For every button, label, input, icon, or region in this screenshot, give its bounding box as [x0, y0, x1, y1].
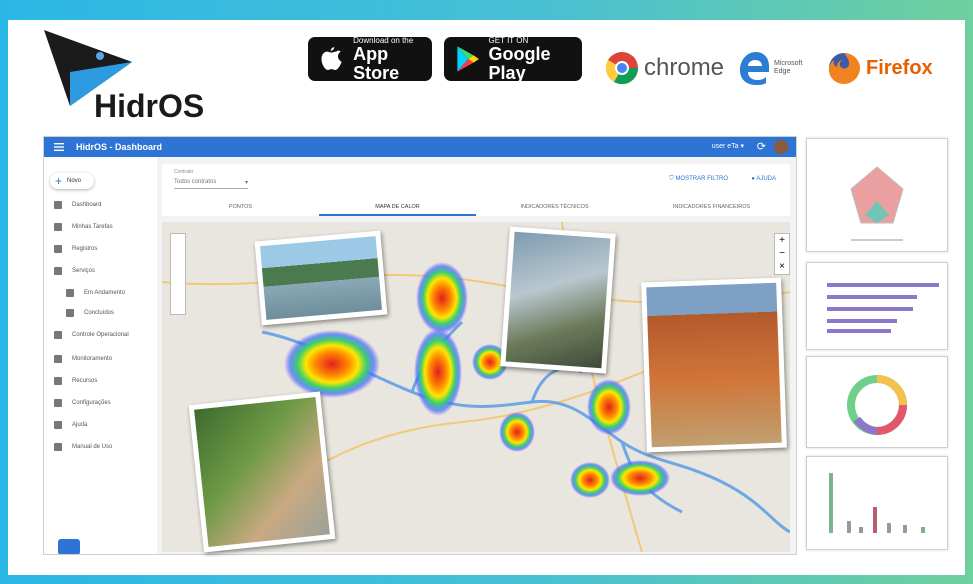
- sidebar-item-resources[interactable]: Recursos: [54, 377, 97, 385]
- chrome-badge: chrome: [604, 50, 724, 86]
- edge-badge: Microsoft Edge: [736, 50, 810, 86]
- sidebar-item-label: Monitoramento: [72, 356, 113, 362]
- help-icon: [54, 421, 62, 429]
- sidebar-item-label: Registros: [72, 246, 98, 252]
- contract-select[interactable]: Todos contratos ▾: [174, 179, 248, 189]
- tab-financial[interactable]: INDICADORES FINANCEIROS: [633, 198, 790, 216]
- sidebar-item-label: Concluídos: [84, 310, 115, 316]
- app-store-big: App Store: [353, 43, 400, 83]
- sidebar: + Novo Dashboard Minhas Tarefas Registro…: [44, 157, 157, 554]
- hidros-logo-text: HidrOS: [94, 88, 205, 124]
- chat-widget-icon[interactable]: [58, 539, 80, 554]
- sidebar-item-label: Dashboard: [72, 202, 102, 208]
- thumb-donut-chart: [806, 356, 948, 448]
- chrome-icon: [605, 52, 639, 85]
- tab-bar: PONTOS MAPA DE CALOR INDICADORES TÉCNICO…: [162, 198, 790, 216]
- book-icon: [54, 443, 62, 451]
- refresh-icon[interactable]: ⟳: [757, 140, 766, 153]
- sidebar-item-label: Em Andamento: [84, 290, 126, 296]
- sidebar-item-monitoring[interactable]: Monitoramento: [54, 355, 112, 363]
- sidebar-item-services[interactable]: Serviços: [54, 267, 95, 275]
- photo-mobile-app: [188, 391, 336, 553]
- chevron-down-icon: [54, 267, 62, 275]
- chrome-label: chrome: [644, 54, 725, 81]
- google-play-big: Google Play: [488, 43, 551, 83]
- tab-heatmap[interactable]: MAPA DE CALOR: [319, 198, 476, 216]
- contract-select-label: Contrato: [174, 169, 194, 175]
- records-icon: [54, 245, 62, 253]
- tab-technical[interactable]: INDICADORES TÉCNICOS: [476, 198, 633, 216]
- sidebar-item-settings[interactable]: Configurações: [54, 399, 111, 407]
- google-play-icon: [457, 46, 479, 72]
- tab-points[interactable]: PONTOS: [162, 198, 319, 216]
- app-store-badge[interactable]: Download on the App Store: [308, 36, 432, 83]
- column-chart-thumbnail: [829, 473, 925, 533]
- sidebar-item-operational[interactable]: Controle Operacional: [54, 331, 129, 339]
- contract-select-value: Todos contratos: [174, 179, 217, 185]
- monitor-icon: [54, 355, 62, 363]
- sidebar-item-label: Manual de Uso: [72, 444, 113, 450]
- thumb-radar-chart: [806, 138, 948, 252]
- calendar-icon: [66, 289, 74, 297]
- calendar-icon: [66, 309, 74, 317]
- photo-buoy: [500, 226, 616, 374]
- sidebar-item-in-progress[interactable]: Em Andamento: [66, 289, 125, 297]
- map-draw-tools[interactable]: [170, 233, 186, 315]
- help-button[interactable]: ● AJUDA: [751, 176, 776, 182]
- sidebar-item-completed[interactable]: Concluídos: [66, 309, 114, 317]
- sidebar-item-label: Controle Operacional: [72, 332, 129, 338]
- new-button[interactable]: + Novo: [50, 173, 94, 189]
- thumb-column-chart: [806, 456, 948, 550]
- sidebar-item-tasks[interactable]: Minhas Tarefas: [54, 223, 113, 231]
- close-icon[interactable]: ×: [775, 260, 789, 273]
- photo-boat: [254, 230, 388, 326]
- zoom-out-icon[interactable]: −: [775, 247, 789, 260]
- sidebar-item-label: Configurações: [72, 400, 111, 406]
- show-filters-button[interactable]: ⛉ MOSTRAR FILTRO: [669, 176, 728, 183]
- firefox-badge: Firefox: [826, 50, 933, 86]
- sidebar-item-help[interactable]: Ajuda: [54, 421, 87, 429]
- dollar-icon: [54, 377, 62, 385]
- user-menu[interactable]: user eTa ▾: [712, 142, 744, 150]
- google-play-badge[interactable]: GET IT ON Google Play: [444, 36, 582, 83]
- clock-icon: [54, 331, 62, 339]
- gear-icon: [54, 399, 62, 407]
- show-filters-label: MOSTRAR FILTRO: [675, 176, 728, 182]
- help-label: AJUDA: [756, 176, 776, 182]
- new-button-label: Novo: [67, 178, 82, 184]
- map-zoom-controls[interactable]: + − ×: [774, 233, 790, 275]
- app-title: HidrOS - Dashboard: [76, 142, 163, 152]
- edge-icon: [740, 52, 769, 85]
- bar-chart-thumbnail: [827, 283, 939, 333]
- sidebar-item-label: Minhas Tarefas: [72, 224, 113, 230]
- sidebar-item-records[interactable]: Registros: [54, 245, 97, 253]
- donut-chart-thumbnail: [847, 375, 907, 435]
- sidebar-item-dashboard[interactable]: Dashboard: [54, 201, 101, 209]
- firefox-icon: [829, 53, 860, 84]
- thumb-bar-chart: [806, 262, 948, 350]
- dashboard-icon: [54, 201, 62, 209]
- sidebar-item-manual[interactable]: Manual de Uso: [54, 443, 112, 451]
- firefox-label: Firefox: [866, 56, 933, 79]
- filter-bar: Contrato Todos contratos ▾ ⛉ MOSTRAR FILT…: [162, 164, 790, 216]
- menu-icon[interactable]: [54, 142, 64, 152]
- avatar[interactable]: [774, 140, 788, 154]
- edge-label: Microsoft Edge: [774, 60, 803, 75]
- apple-icon: [321, 47, 342, 70]
- sidebar-item-label: Serviços: [72, 268, 96, 274]
- app-bar: HidrOS - Dashboard user eTa ▾ ⟳: [44, 137, 796, 157]
- sidebar-item-label: Recursos: [72, 378, 98, 384]
- photo-field-team: [641, 277, 787, 453]
- zoom-in-icon[interactable]: +: [775, 234, 789, 247]
- radar-chart-thumbnail: [850, 166, 904, 241]
- tasks-icon: [54, 223, 62, 231]
- plus-icon: +: [55, 174, 63, 188]
- sidebar-item-label: Ajuda: [72, 422, 88, 428]
